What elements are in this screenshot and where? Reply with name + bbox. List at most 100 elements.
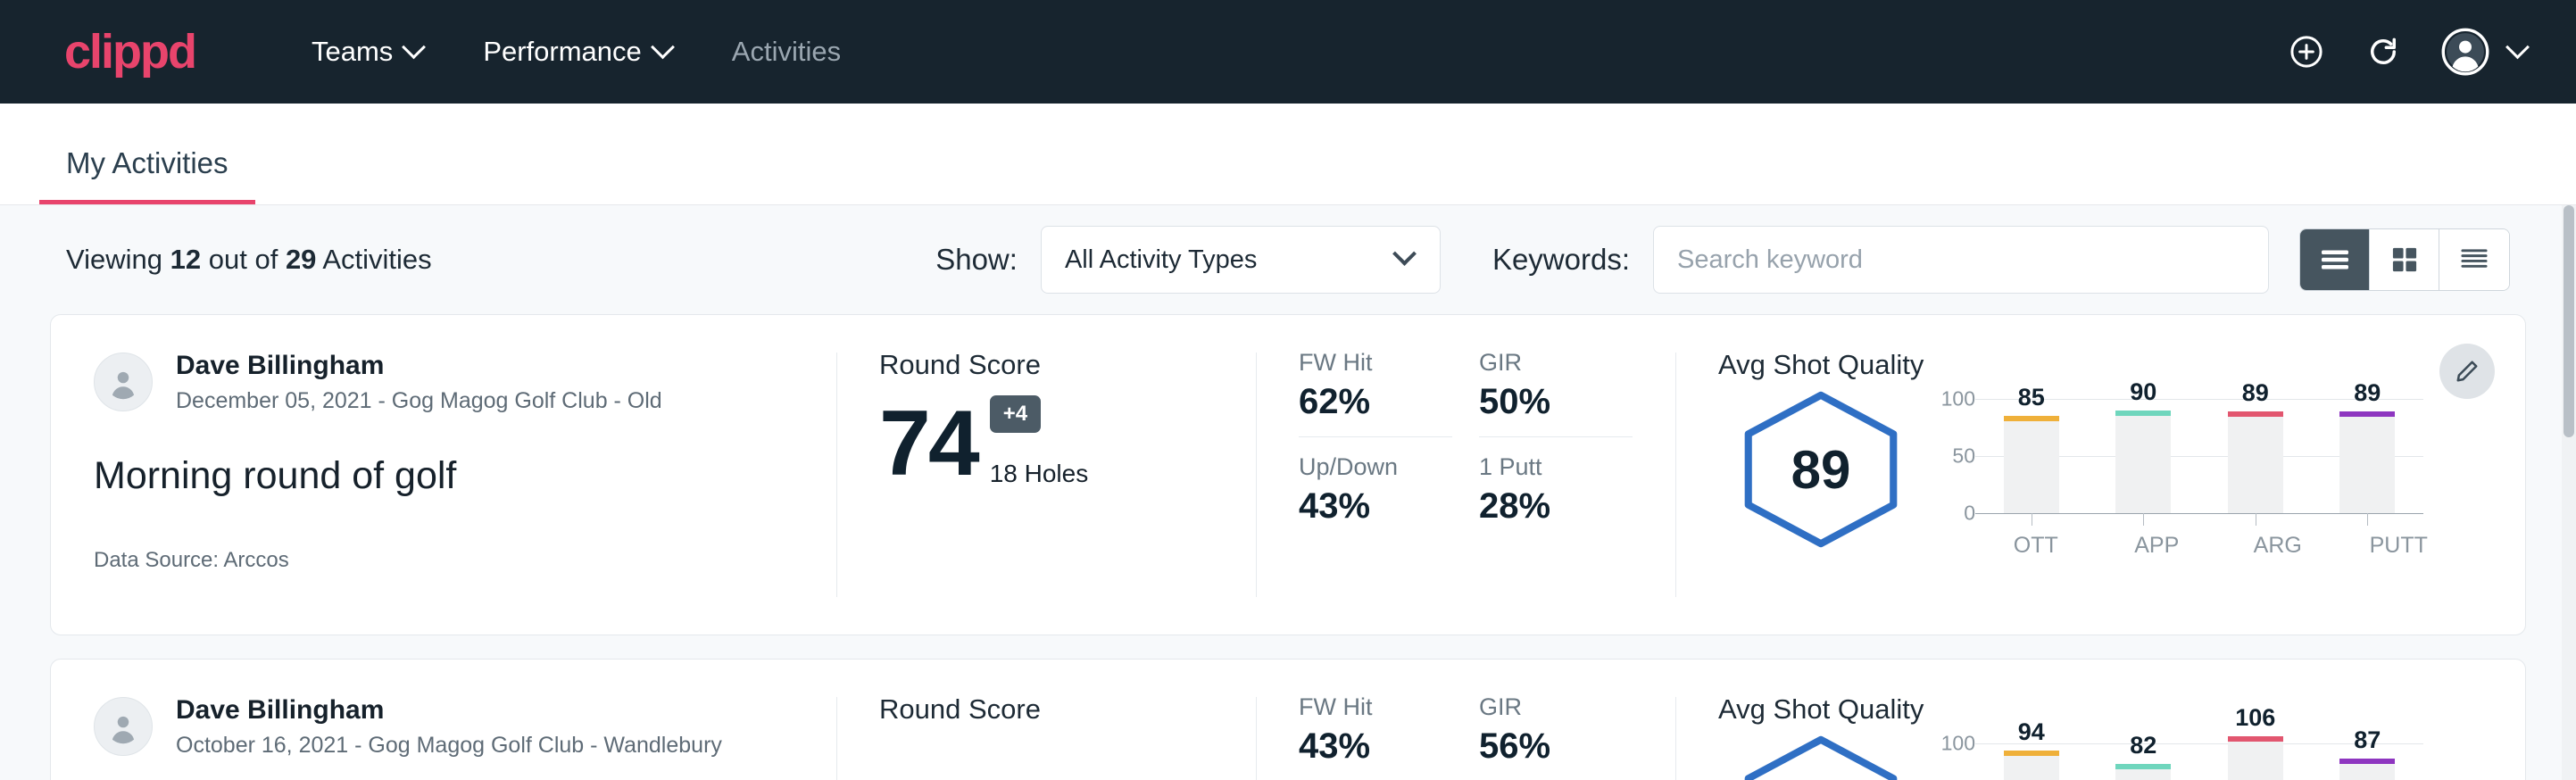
activity-user-text: Dave Billingham December 05, 2021 - Gog …	[176, 349, 662, 415]
account-menu-button[interactable]	[2441, 28, 2526, 76]
stat-label: Up/Down	[1299, 453, 1452, 481]
nav-item-label: Activities	[732, 36, 841, 68]
avg-shot-quality-label: Avg Shot Quality	[1718, 349, 2482, 381]
stats-grid: FW Hit 62% GIR 50% Up/Down 43% 1 Putt 28…	[1299, 349, 1633, 541]
activity-type-value: All Activity Types	[1065, 245, 1257, 275]
view-toggle-list[interactable]	[2300, 229, 2370, 290]
bar-value: 87	[2354, 726, 2381, 754]
activity-data-source: Data Source: Arccos	[94, 548, 794, 573]
bar-series: 94 82	[1975, 743, 2423, 780]
tab-label: My Activities	[66, 146, 229, 179]
chevron-down-icon	[2505, 35, 2530, 59]
activity-card-list: Dave Billingham December 05, 2021 - Gog …	[50, 314, 2526, 780]
x-tick-label: ARG	[2217, 533, 2339, 559]
round-score-label: Round Score	[879, 693, 1213, 726]
add-activity-button[interactable]	[2288, 33, 2325, 71]
round-score-row: x	[879, 740, 1213, 780]
stats-grid: FW Hit 43% GIR 56%	[1299, 693, 1633, 780]
bar-value: 89	[2354, 379, 2381, 407]
round-score-section: Round Score x	[836, 693, 1256, 780]
bar-value: 85	[2018, 384, 2045, 411]
edit-activity-button[interactable]	[2439, 344, 2495, 399]
stat-value: 28%	[1479, 486, 1633, 527]
avg-shot-quality-section: Avg Shot Quality 100 50	[1675, 693, 2525, 780]
bar-cap	[2115, 764, 2171, 769]
avatar	[94, 353, 153, 411]
quality-hexagon-box: 89	[1733, 390, 1908, 549]
bar-cap	[2004, 751, 2059, 756]
avg-shot-quality-body: 100 50 0	[1718, 731, 2482, 780]
tab-my-activities[interactable]: My Activities	[39, 146, 255, 204]
filter-toolbar: Viewing 12 out of 29 Activities Show: Al…	[50, 205, 2526, 314]
stat-value: 56%	[1479, 726, 1633, 767]
y-tick: 100	[1941, 732, 1975, 756]
stat-gir: GIR 56%	[1479, 693, 1633, 780]
viewing-suffix: Activities	[322, 244, 431, 275]
bar-value: 106	[2235, 704, 2275, 732]
viewing-prefix: Viewing	[66, 244, 162, 275]
round-score-value: 74	[879, 400, 977, 488]
bar-value: 94	[2018, 718, 2045, 746]
page-tab-bar: My Activities	[0, 104, 2576, 205]
view-mode-toggle-group	[2299, 228, 2510, 291]
chart-y-axis: 100 50 0	[1924, 399, 1975, 513]
round-stats-section: FW Hit 43% GIR 56%	[1256, 693, 1675, 780]
stat-value: 43%	[1299, 486, 1452, 527]
activity-type-select[interactable]: All Activity Types	[1041, 226, 1441, 294]
view-toggle-compact[interactable]	[2439, 229, 2509, 290]
refresh-button[interactable]	[2364, 33, 2402, 71]
user-name: Dave Billingham	[176, 693, 722, 727]
bar-cell: 89	[2199, 399, 2312, 513]
view-toggle-grid[interactable]	[2370, 229, 2439, 290]
activity-identity-section: Dave Billingham October 16, 2021 - Gog M…	[51, 693, 836, 780]
chart-y-axis: 100 50 0	[1924, 743, 1975, 780]
activity-user-text: Dave Billingham October 16, 2021 - Gog M…	[176, 693, 722, 759]
round-score-label: Round Score	[879, 349, 1213, 381]
show-label: Show:	[935, 243, 1018, 277]
chart-bars-area: 85 90	[1975, 399, 2423, 513]
activity-card[interactable]: Dave Billingham December 05, 2021 - Gog …	[50, 314, 2526, 635]
bar-cell: 94	[1975, 743, 2088, 780]
viewing-mid: out of	[209, 244, 278, 275]
grid-view-icon	[2389, 245, 2421, 274]
viewing-count: 12	[170, 244, 201, 275]
nav-item-label: Performance	[483, 36, 641, 68]
y-tick: 100	[1941, 387, 1975, 411]
nav-item-activities[interactable]: Activities	[702, 36, 871, 68]
axis-baseline	[1975, 513, 2423, 514]
primary-nav: Teams Performance Activities	[281, 36, 871, 68]
bar-value: 90	[2130, 378, 2156, 406]
bar-cap	[2115, 411, 2171, 416]
round-score-side: +4 18 Holes	[990, 395, 1089, 488]
activity-card[interactable]: Dave Billingham October 16, 2021 - Gog M…	[50, 659, 2526, 780]
avatar	[94, 697, 153, 756]
activity-user-header: Dave Billingham October 16, 2021 - Gog M…	[94, 693, 794, 759]
axis-tick	[2367, 513, 2368, 526]
bar-cell: 87	[2312, 743, 2424, 780]
refresh-icon	[2364, 33, 2402, 71]
activity-user-header: Dave Billingham December 05, 2021 - Gog …	[94, 349, 794, 415]
brand-logo[interactable]: clippd	[64, 28, 195, 76]
stat-label: FW Hit	[1299, 693, 1452, 721]
chevron-down-icon	[1392, 241, 1417, 265]
viewing-total: 29	[286, 244, 316, 275]
page-scrollbar[interactable]	[2562, 205, 2576, 780]
chart-x-axis: OTT APP ARG PUTT	[1975, 533, 2459, 559]
round-score-side: x	[892, 740, 930, 780]
stat-gir: GIR 50%	[1479, 349, 1633, 437]
stat-up-down: Up/Down 43%	[1299, 453, 1452, 541]
nav-item-teams[interactable]: Teams	[281, 36, 453, 68]
bar-cap	[2228, 411, 2283, 417]
bar-value: 82	[2130, 732, 2156, 759]
chart-plot-area: 100 50 0	[1924, 386, 2423, 513]
stat-value: 62%	[1299, 382, 1452, 422]
avg-shot-quality-section: Avg Shot Quality 89 100	[1675, 349, 2525, 601]
bar-cell: 85	[1975, 399, 2088, 513]
nav-item-label: Teams	[312, 36, 393, 68]
stat-label: FW Hit	[1299, 349, 1452, 377]
nav-item-performance[interactable]: Performance	[453, 36, 701, 68]
scrollbar-thumb[interactable]	[2564, 205, 2574, 437]
search-input[interactable]	[1653, 226, 2269, 294]
avg-shot-quality-body: 89 100 50 0	[1718, 386, 2482, 601]
bar-cell: 90	[2088, 399, 2200, 513]
